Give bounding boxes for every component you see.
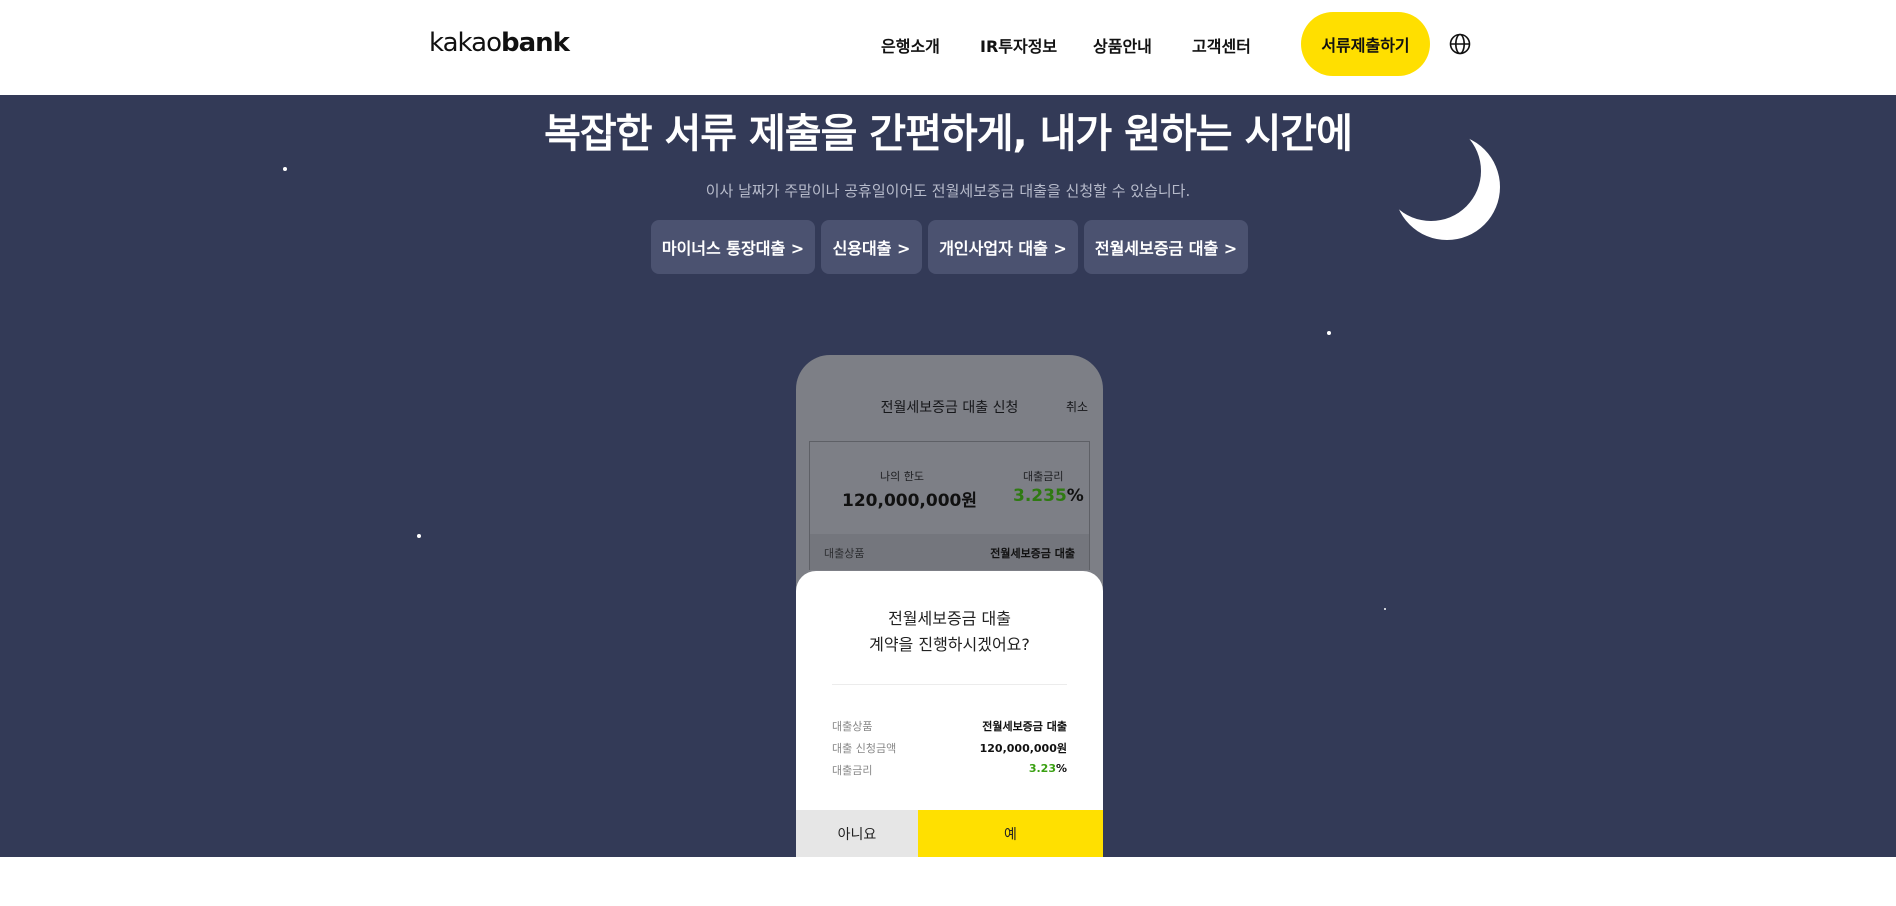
rate-number: 3.23 bbox=[1028, 762, 1056, 775]
rate-number: 3.235 bbox=[1013, 486, 1067, 506]
no-button[interactable]: 아니요 bbox=[796, 810, 918, 857]
submit-documents-button[interactable]: 서류제출하기 bbox=[1301, 12, 1430, 76]
hero-title: 복잡한 서류 제출을 간편하게, 내가 원하는 시간에 bbox=[544, 111, 1353, 157]
product-label: 대출상품 bbox=[824, 547, 865, 560]
limit-label: 나의 한도 bbox=[880, 470, 924, 483]
confirm-modal: 전월세보증금 대출 계약을 진행하시겠어요? 대출상품 전월세보증금 대출 대출… bbox=[796, 571, 1103, 857]
modal-row-amount: 대출 신청금액 120,000,000원 bbox=[832, 740, 1067, 758]
product-value: 전월세보증금 대출 bbox=[990, 547, 1075, 560]
star-decoration bbox=[1384, 608, 1386, 610]
modal-question-line1: 전월세보증금 대출 bbox=[888, 609, 1011, 628]
limit-value: 120,000,000원 bbox=[842, 491, 978, 511]
rate-unit: % bbox=[1066, 486, 1084, 506]
nav-item-ir[interactable]: IR투자정보 bbox=[980, 33, 1057, 57]
star-decoration bbox=[417, 534, 421, 538]
modal-divider bbox=[832, 684, 1067, 685]
limit-card: 나의 한도 120,000,000원 대출금리 3.235% 대출상품 전월세보… bbox=[809, 441, 1090, 570]
nav-item-customer-center[interactable]: 고객센터 bbox=[1192, 33, 1251, 57]
hero-section: 복잡한 서류 제출을 간편하게, 내가 원하는 시간에 이사 날짜가 주말이나 … bbox=[0, 95, 1896, 857]
modal-row-product: 대출상품 전월세보증금 대출 bbox=[832, 718, 1067, 736]
row-label: 대출 신청금액 bbox=[832, 742, 897, 755]
site-header: kakaobank 은행소개 IR투자정보 상품안내 고객센터 서류제출하기 bbox=[0, 0, 1896, 95]
logo-bold-text: bank bbox=[500, 28, 570, 58]
nav-item-products[interactable]: 상품안내 bbox=[1093, 33, 1152, 57]
logo-light-text: kakao bbox=[429, 28, 502, 58]
rate-label: 대출금리 bbox=[1023, 470, 1064, 483]
cancel-button[interactable]: 취소 bbox=[1066, 398, 1088, 415]
product-row: 대출상품 전월세보증금 대출 bbox=[810, 534, 1089, 570]
chip-credit-loan[interactable]: 신용대출 > bbox=[821, 220, 922, 274]
star-decoration bbox=[283, 167, 287, 171]
modal-row-rate: 대출금리 3.23% bbox=[832, 762, 1067, 780]
chip-minus-account-loan[interactable]: 마이너스 통장대출 > bbox=[651, 220, 815, 274]
globe-icon[interactable] bbox=[1449, 33, 1471, 55]
yes-button[interactable]: 예 bbox=[918, 810, 1103, 857]
chip-jeonse-loan[interactable]: 전월세보증금 대출 > bbox=[1084, 220, 1248, 274]
kakaobank-logo[interactable]: kakaobank bbox=[429, 28, 570, 58]
row-value: 전월세보증금 대출 bbox=[982, 720, 1067, 733]
row-label: 대출상품 bbox=[832, 720, 873, 733]
loan-application-title: 전월세보증금 대출 신청 bbox=[880, 400, 1019, 416]
hero-subtitle: 이사 날짜가 주말이나 공휴일이어도 전월세보증금 대출을 신청할 수 있습니다… bbox=[705, 182, 1191, 200]
row-value: 120,000,000원 bbox=[979, 742, 1067, 755]
star-decoration bbox=[1327, 331, 1331, 335]
row-value: 3.23% bbox=[1029, 762, 1067, 775]
nav-item-bank-intro[interactable]: 은행소개 bbox=[881, 33, 940, 57]
row-label: 대출금리 bbox=[832, 764, 873, 777]
rate-unit: % bbox=[1055, 762, 1067, 775]
chip-business-loan[interactable]: 개인사업자 대출 > bbox=[928, 220, 1078, 274]
moon-icon bbox=[1394, 134, 1500, 240]
modal-question-line2: 계약을 진행하시겠어요? bbox=[869, 635, 1030, 654]
rate-value: 3.235% bbox=[1013, 486, 1084, 506]
